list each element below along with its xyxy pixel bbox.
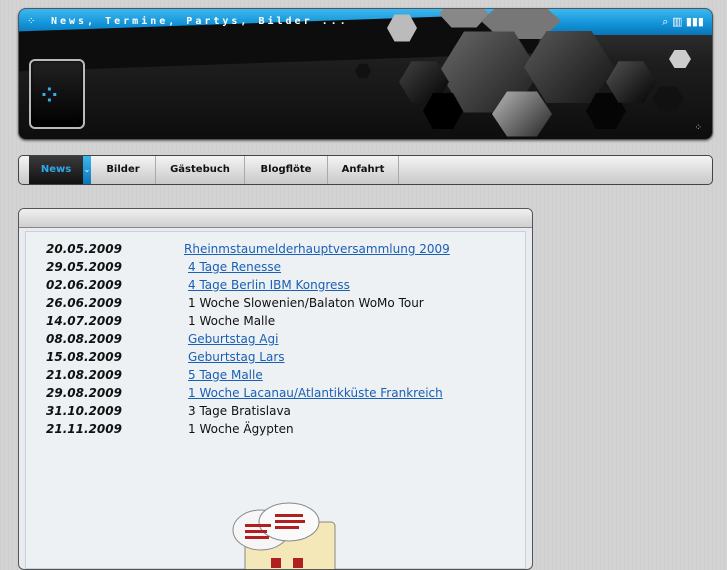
corner-logo-icon: ⁘: [694, 123, 702, 133]
event-link[interactable]: 4 Tage Renesse: [188, 260, 281, 274]
header-icons: ⌕ ▥ ▮▮▮: [662, 15, 704, 28]
site-logo[interactable]: ⁘: [29, 59, 85, 129]
event-link[interactable]: 1 Woche Lacanau/Atlantikküste Frankreich: [188, 386, 443, 400]
hexagon-decoration: [669, 50, 691, 68]
event-date: 02.06.2009: [46, 278, 122, 292]
nav-label-blogfloete: Blogflöte: [260, 164, 312, 175]
nav-label-news: News: [40, 164, 72, 175]
logo-dots-icon: ⁘: [41, 83, 58, 107]
event-title: 3 Tage Bratislava: [188, 404, 291, 418]
events-list: 20.05.2009 Rheinmstaumelderhauptversamml…: [25, 231, 526, 569]
nav-item-bilder[interactable]: Bilder: [91, 156, 156, 184]
event-date: 08.08.2009: [46, 332, 122, 346]
event-link[interactable]: 4 Tage Berlin IBM Kongress: [188, 278, 350, 292]
event-link[interactable]: Rheinmstaumelderhauptversammlung 2009: [184, 242, 450, 256]
event-date: 20.05.2009: [46, 242, 122, 256]
header-tagline: News, Termine, Partys, Bilder ...: [51, 16, 349, 27]
chevron-down-icon[interactable]: ⌄: [83, 156, 91, 184]
event-date: 15.08.2009: [46, 350, 122, 364]
event-link[interactable]: Geburtstag Agi: [188, 332, 278, 346]
hexagon-decoration: [652, 86, 684, 112]
main-navigation: News ⌄ Bilder Gästebuch Blogflöte Anfahr…: [18, 155, 713, 185]
event-link[interactable]: Geburtstag Lars: [188, 350, 285, 364]
chat-bubbles-icon: [232, 502, 336, 569]
event-date: 26.06.2009: [46, 296, 122, 310]
hexagon-decoration: [355, 63, 371, 79]
nav-item-blogfloete[interactable]: Blogflöte: [245, 156, 328, 184]
nav-item-news[interactable]: News: [29, 156, 84, 184]
content-panel-titlebar: [19, 209, 532, 228]
event-date: 14.07.2009: [46, 314, 122, 328]
event-date: 21.08.2009: [46, 368, 122, 382]
event-date: 31.10.2009: [46, 404, 122, 418]
content-panel: 20.05.2009 Rheinmstaumelderhauptversamml…: [18, 208, 533, 570]
event-title: 1 Woche Malle: [188, 314, 276, 328]
event-date: 21.11.2009: [46, 422, 122, 436]
nav-label-anfahrt: Anfahrt: [341, 164, 385, 175]
nav-label-gaestebuch: Gästebuch: [170, 164, 230, 175]
nav-item-anfahrt[interactable]: Anfahrt: [328, 156, 399, 184]
event-date: 29.05.2009: [46, 260, 122, 274]
event-title: 1 Woche Slowenien/Balaton WoMo Tour: [188, 296, 424, 310]
event-link[interactable]: 5 Tage Malle: [188, 368, 263, 382]
event-title: 1 Woche Ägypten: [188, 422, 294, 436]
small-logo-icon: ⁘: [27, 16, 36, 27]
nav-label-bilder: Bilder: [106, 164, 140, 175]
nav-item-gaestebuch[interactable]: Gästebuch: [156, 156, 245, 184]
site-header: ⁘ News, Termine, Partys, Bilder ... ⌕ ▥ …: [18, 8, 713, 140]
event-date: 29.08.2009: [46, 386, 122, 400]
